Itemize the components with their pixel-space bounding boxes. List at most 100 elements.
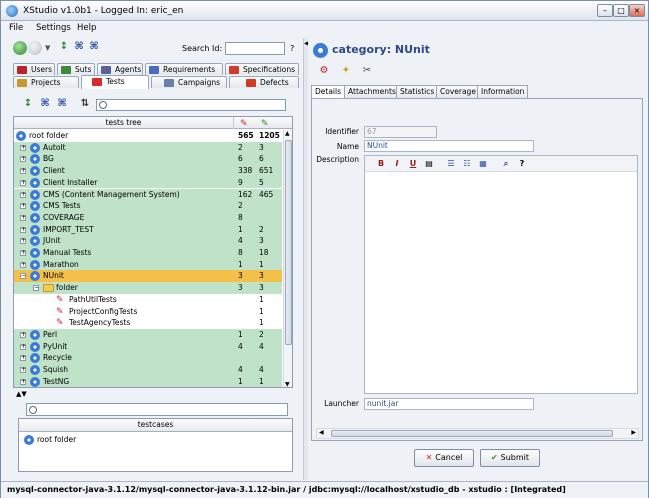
italic-button[interactable]: I <box>391 158 403 170</box>
tree-row[interactable]: + Client Installer 9 5 <box>14 176 282 189</box>
tree-row[interactable]: + PyUnit 4 4 <box>14 340 282 353</box>
expand-node-icon[interactable]: + <box>20 378 26 385</box>
tree-row[interactable]: ✎ ProjectConfigTests 1 <box>14 305 282 318</box>
tree-row[interactable]: − NUnit 3 3 <box>14 270 282 283</box>
tree-row[interactable]: + Manual Tests 8 18 <box>14 247 282 259</box>
tree-row[interactable]: ✎ PathUtilTests 1 <box>14 293 282 306</box>
expand-node-icon[interactable]: + <box>20 238 26 245</box>
expand-node-icon[interactable]: + <box>20 355 26 362</box>
tree-row[interactable]: + Perl 1 2 <box>14 328 282 341</box>
tree-row[interactable]: + AutoIt 2 3 <box>14 141 282 154</box>
expand-node-icon[interactable]: + <box>20 261 26 268</box>
tab-tests[interactable]: Tests <box>81 75 149 89</box>
launcher-field[interactable]: nunit.jar <box>364 398 534 410</box>
tree-row[interactable]: − folder 3 3 <box>14 282 282 294</box>
expand-node-icon[interactable]: + <box>20 168 26 175</box>
sort-icon[interactable]: ⇅ <box>79 98 91 110</box>
tree-row[interactable]: + JUnit 4 3 <box>14 235 282 247</box>
expand-node-icon[interactable]: + <box>20 144 26 151</box>
tree-row[interactable]: + BG 6 6 <box>14 153 282 166</box>
expand-node-icon[interactable]: + <box>20 191 26 198</box>
refresh-tree-icon[interactable]: ↕ <box>22 98 34 110</box>
expand-node-icon[interactable]: + <box>20 343 26 350</box>
tools-icon[interactable]: ✂ <box>361 65 373 77</box>
chevron-down-icon[interactable]: ▼ <box>45 44 50 52</box>
scroll-down-icon[interactable]: ▼ <box>285 381 290 387</box>
expand-all-icon[interactable]: ⌘ <box>73 41 85 53</box>
tree-row[interactable]: + COVERAGE 8 <box>14 211 282 224</box>
new-item-icon[interactable]: ✦ <box>340 65 352 77</box>
collapse-node-icon[interactable]: − <box>20 273 26 280</box>
testcases-filter-input[interactable] <box>26 403 288 416</box>
tab-suts[interactable]: Suts <box>57 63 95 75</box>
name-field[interactable]: NUnit <box>364 140 534 152</box>
tree-row[interactable]: + Squish 4 4 <box>14 364 282 376</box>
numbered-list-icon[interactable]: ☷ <box>461 158 473 170</box>
h-scroll-thumb[interactable] <box>331 430 613 437</box>
tree-row[interactable]: + Client 338 651 <box>14 165 282 177</box>
tab-users[interactable]: Users <box>13 63 55 75</box>
expand-node-icon[interactable]: + <box>20 214 26 221</box>
tree-row[interactable]: + CMS (Content Management System) 162 465 <box>14 188 282 201</box>
scroll-left-icon[interactable]: ◀ <box>319 429 324 436</box>
tree-scrollbar[interactable]: ▲ ▼ <box>283 130 292 387</box>
tab-details[interactable]: Details <box>311 85 346 99</box>
tab-coverage[interactable]: Coverage <box>436 85 480 98</box>
tab-projects[interactable]: Projects <box>13 76 79 88</box>
expand-node-icon[interactable]: + <box>20 331 26 338</box>
collapse-tree-icon[interactable]: ⌘ <box>56 98 68 110</box>
scroll-right-icon[interactable]: ▶ <box>631 429 636 436</box>
tab-requirements[interactable]: Requirements <box>145 63 223 75</box>
tree-row[interactable]: + Recycle <box>14 352 282 364</box>
tab-agents[interactable]: Agents <box>97 63 143 75</box>
expand-node-icon[interactable]: + <box>20 367 26 373</box>
description-editor[interactable]: B I U ▤ ☰ ☷ ▦ ⌕ ? <box>364 155 638 394</box>
scroll-up-icon[interactable]: ▲ <box>285 130 290 137</box>
tab-specifications[interactable]: Specifications <box>225 63 299 75</box>
expand-node-icon[interactable]: + <box>20 226 26 233</box>
expand-node-icon[interactable]: + <box>20 250 26 256</box>
menu-settings[interactable]: Settings <box>36 23 71 33</box>
table-icon[interactable]: ▦ <box>477 158 489 170</box>
forward-button[interactable] <box>28 41 42 55</box>
tab-statistics[interactable]: Statistics <box>396 85 439 98</box>
help-icon[interactable]: ? <box>290 44 294 53</box>
back-button[interactable] <box>13 41 27 55</box>
doc-icon[interactable]: ▤ <box>423 158 435 170</box>
bullet-list-icon[interactable]: ☰ <box>445 158 457 170</box>
search-icon[interactable]: ⌕ <box>500 158 512 170</box>
tree-filter-input[interactable] <box>96 99 286 111</box>
tree-row[interactable]: + CMS Tests 2 <box>14 200 282 212</box>
expand-node-icon[interactable]: + <box>20 179 26 186</box>
expand-node-icon[interactable]: + <box>20 156 26 163</box>
close-button[interactable]: × <box>629 4 645 17</box>
split-arrows-icon[interactable]: ▲▼ <box>16 390 27 398</box>
expand-tree-icon[interactable]: ⌘ <box>39 98 51 110</box>
tree-row[interactable]: + IMPORT_TEST 1 2 <box>14 223 282 236</box>
cancel-button[interactable]: ✕ Cancel <box>414 449 474 467</box>
tree-row[interactable]: ✎ TestAgencyTests 1 <box>14 317 282 329</box>
details-hscrollbar[interactable]: ◀ ▶ <box>316 428 639 439</box>
maximize-button[interactable]: □ <box>613 4 629 17</box>
minimize-button[interactable]: – <box>597 4 613 17</box>
tab-information[interactable]: Information <box>477 85 529 98</box>
refresh-icon[interactable]: ↕ <box>58 41 70 53</box>
menu-help[interactable]: Help <box>77 23 96 33</box>
underline-button[interactable]: U <box>407 158 419 170</box>
submit-button[interactable]: ✔ Submit <box>480 449 540 467</box>
collapse-node-icon[interactable]: − <box>33 285 39 292</box>
tree-scroll-thumb[interactable] <box>285 140 292 345</box>
editor-help-button[interactable]: ? <box>516 158 528 170</box>
search-id-input[interactable] <box>225 42 285 55</box>
tree-row[interactable]: + Marathon 1 1 <box>14 258 282 271</box>
menu-file[interactable]: File <box>9 23 23 33</box>
tab-attachments[interactable]: Attachments <box>344 85 400 98</box>
tree-root-row[interactable]: root folder 565 1205 <box>14 130 282 142</box>
tab-defects[interactable]: Defects <box>229 76 299 88</box>
expand-node-icon[interactable]: + <box>20 203 26 210</box>
collapse-all-icon[interactable]: ⌘ <box>88 41 100 53</box>
settings-action-icon[interactable]: ⚙ <box>318 65 330 77</box>
tab-campaigns[interactable]: Campaigns <box>151 76 227 88</box>
bold-button[interactable]: B <box>375 158 387 170</box>
tree-row[interactable]: + TestNG 1 1 <box>14 375 282 387</box>
